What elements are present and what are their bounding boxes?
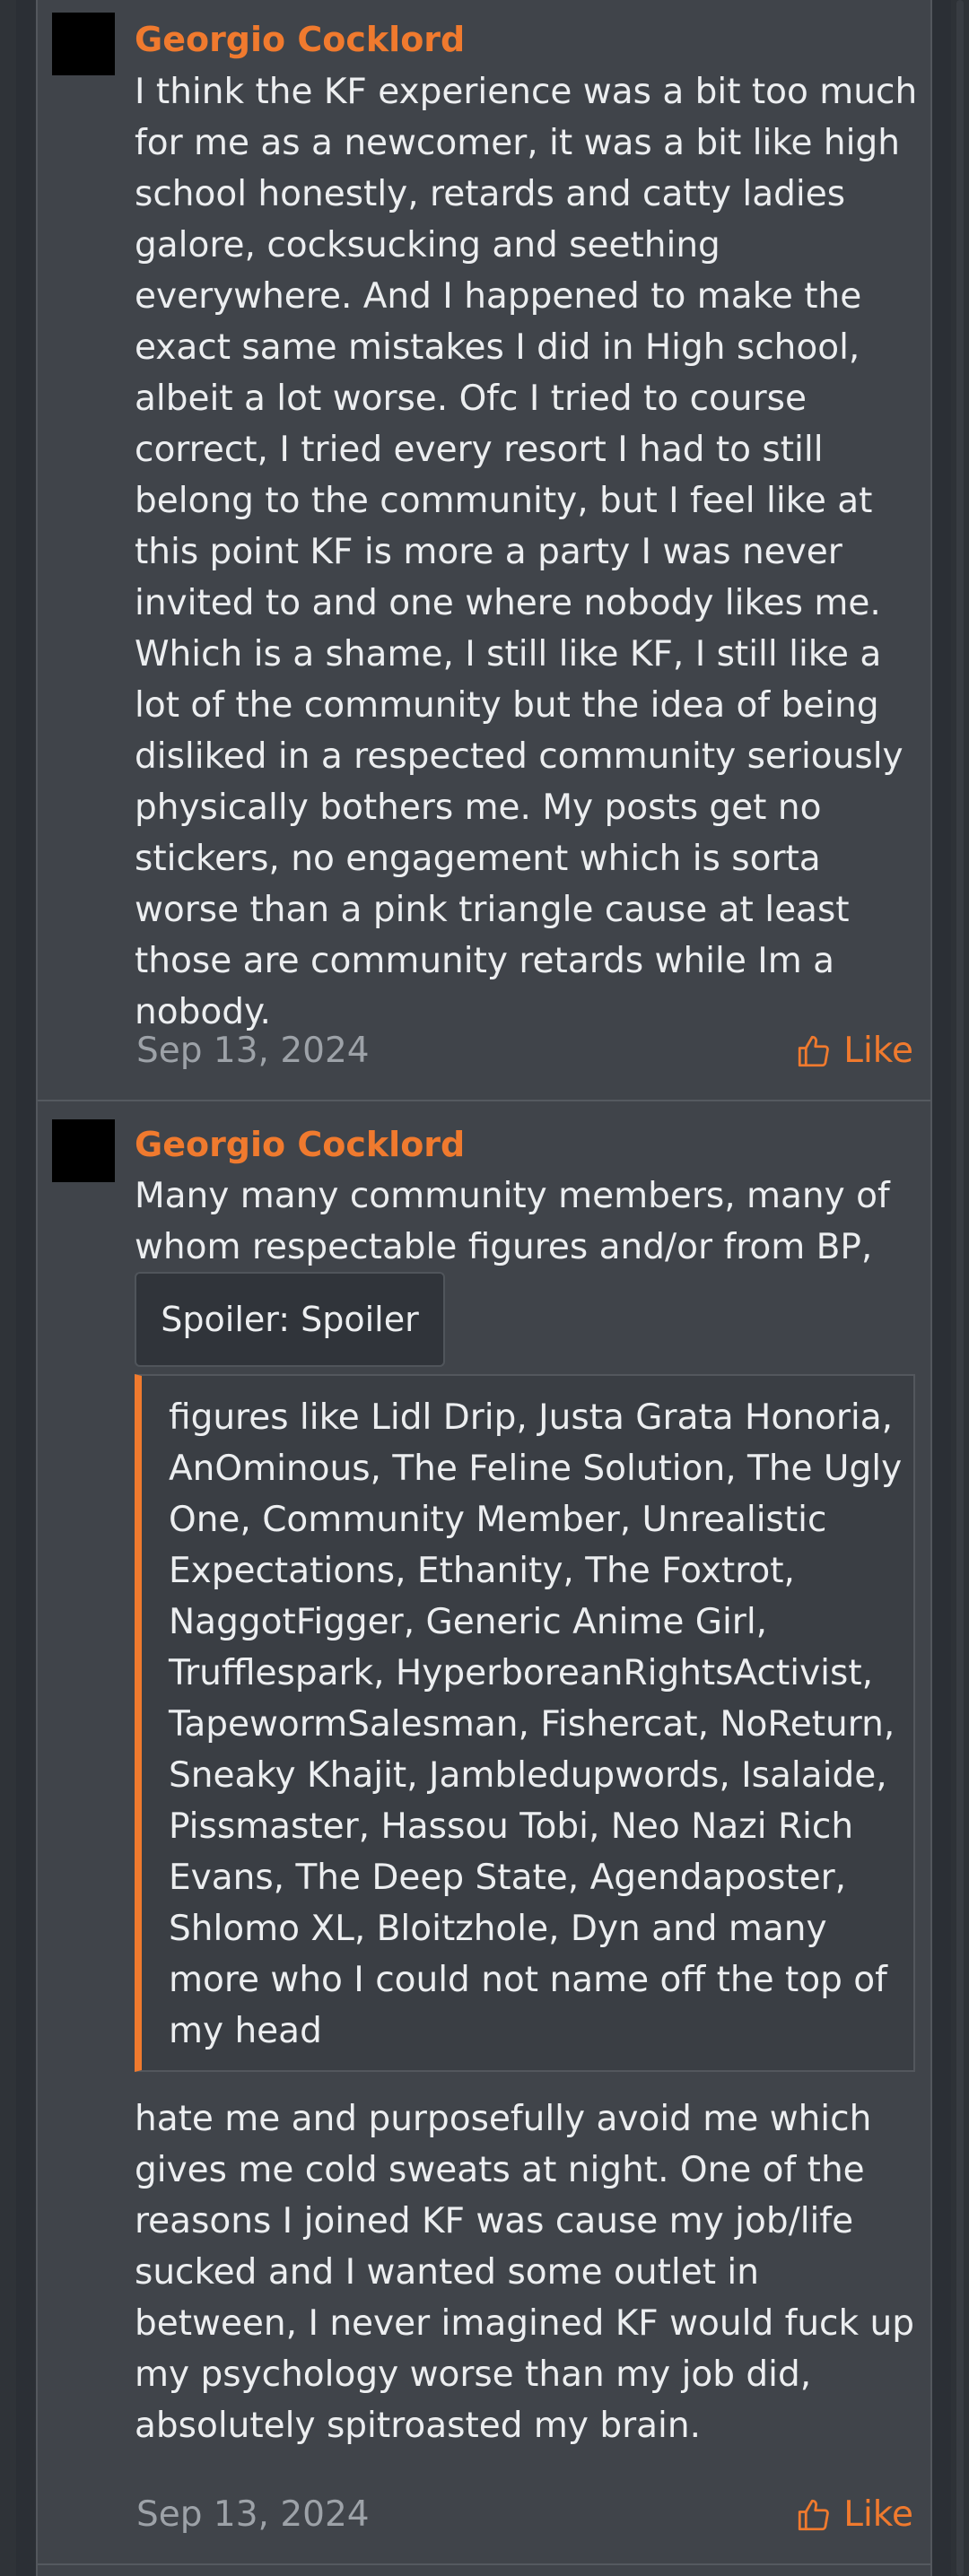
thumbs-up-icon bbox=[799, 2499, 830, 2531]
post-divider bbox=[38, 2563, 930, 2565]
post-author[interactable]: Georgio Cocklord bbox=[135, 18, 465, 61]
post-divider bbox=[38, 1100, 930, 1101]
post-body: I think the KF experience was a bit too … bbox=[135, 72, 918, 1032]
like-button[interactable]: Like bbox=[795, 2493, 913, 2537]
spoiler-content: figures like Lidl Drip, Justa Grata Hono… bbox=[135, 1374, 915, 2072]
spoiler-label: Spoiler: Spoiler bbox=[161, 1300, 419, 1339]
like-label: Like bbox=[843, 2494, 913, 2535]
post-date[interactable]: Sep 13, 2024 bbox=[136, 2493, 370, 2537]
spoiler-button[interactable]: Spoiler: Spoiler bbox=[135, 1272, 445, 1367]
avatar[interactable] bbox=[52, 1119, 115, 1182]
post-body-outro: hate me and purposefully avoid me which … bbox=[135, 2099, 914, 2446]
page-left-edge bbox=[0, 0, 16, 2576]
scrollbar-track[interactable] bbox=[951, 0, 969, 2576]
post-date[interactable]: Sep 13, 2024 bbox=[136, 1029, 370, 1074]
post-body-intro: Many many community members, many of who… bbox=[135, 1176, 890, 1267]
avatar[interactable] bbox=[52, 13, 115, 75]
like-label: Like bbox=[843, 1031, 913, 1071]
thumbs-up-icon bbox=[799, 1035, 830, 1067]
post-author[interactable]: Georgio Cocklord bbox=[135, 1123, 465, 1166]
scrollbar-thumb[interactable] bbox=[956, 0, 964, 2576]
spoiler-text: figures like Lidl Drip, Justa Grata Hono… bbox=[169, 1397, 903, 2051]
like-button[interactable]: Like bbox=[795, 1029, 913, 1074]
